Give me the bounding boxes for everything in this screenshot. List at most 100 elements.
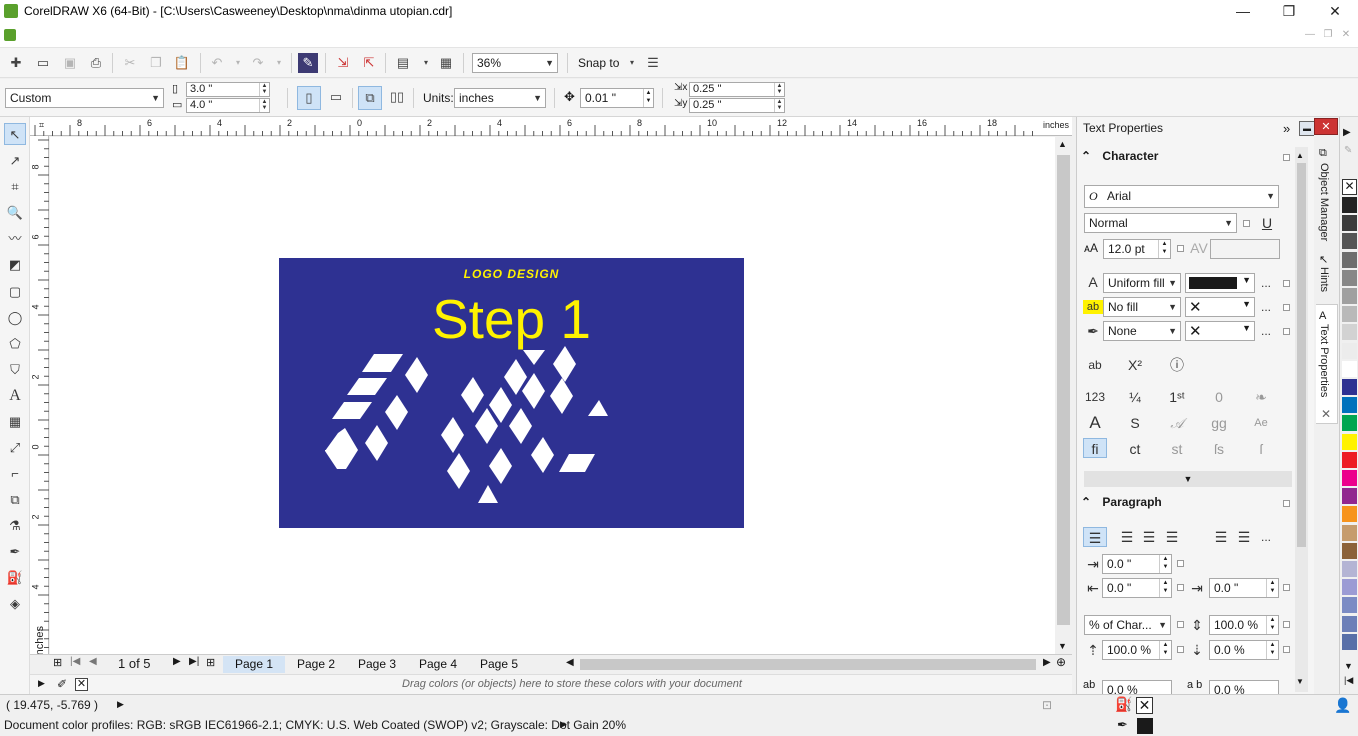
units-combo[interactable]: inches ▼ xyxy=(454,88,546,108)
zoom-fit-icon[interactable]: ⊕ xyxy=(1056,655,1066,669)
doc-close-button[interactable]: ✕ xyxy=(1339,28,1353,42)
collapse-section-icon[interactable]: ⌃ xyxy=(1081,495,1091,509)
color-swatch[interactable] xyxy=(1342,470,1357,486)
palette-expand-icon[interactable]: |◀ xyxy=(1344,675,1353,686)
spacing-unit-combo[interactable]: % of Char... ▼ xyxy=(1084,615,1171,635)
user-account-icon[interactable]: 👤 xyxy=(1334,697,1351,714)
color-swatch[interactable] xyxy=(1342,397,1357,414)
page-height-field[interactable]: 4.0 " ▲ ▼ xyxy=(186,98,270,113)
color-swatch[interactable] xyxy=(1342,597,1357,614)
application-launcher-icon[interactable]: ▤ xyxy=(393,53,413,73)
slashed-zero-icon[interactable]: 0 xyxy=(1209,387,1229,407)
kerning-icon[interactable]: AV xyxy=(1189,238,1209,258)
background-fill-combo[interactable]: No fill ▼ xyxy=(1103,297,1181,317)
scroll-thumb[interactable] xyxy=(1057,155,1070,625)
open-folder-icon[interactable]: ▭ xyxy=(33,53,53,73)
prev-page-icon[interactable]: ◀ xyxy=(89,656,97,667)
shape-tool-icon[interactable]: ↗ xyxy=(4,150,26,172)
color-swatch[interactable] xyxy=(1342,451,1357,468)
horizontal-ruler[interactable]: ⌗ inches 8 6 4 2 0 2 4 6 8 10 12 14 16 18 xyxy=(30,117,1072,136)
fill-option-icon[interactable] xyxy=(1283,280,1290,287)
tab-hints[interactable]: Hints xyxy=(1318,267,1330,292)
paste-icon[interactable]: 📋 xyxy=(172,53,192,73)
vertical-ruler[interactable]: 86420246 inches xyxy=(30,136,49,660)
document-icon[interactable] xyxy=(4,29,16,41)
snap-to-button[interactable]: Snap to xyxy=(578,56,619,70)
status-menu-icon[interactable]: ▶ xyxy=(117,699,124,710)
connector-tool-icon[interactable]: ⌐ xyxy=(4,463,26,485)
before-spacing-field[interactable]: 0.0 % xyxy=(1102,680,1172,694)
color-swatch[interactable] xyxy=(1342,633,1357,650)
last-page-icon[interactable]: ▶| xyxy=(189,656,199,667)
profiles-menu-icon[interactable]: ▶ xyxy=(560,719,567,730)
align-center-icon[interactable]: ☰ xyxy=(1139,527,1159,547)
size-option-icon[interactable] xyxy=(1177,245,1184,252)
spinner-icon[interactable]: ▲ ▼ xyxy=(259,83,269,96)
nudge-distance-field[interactable]: 0.01 " ▲ ▼ xyxy=(580,88,654,108)
outline-combo[interactable]: None ▼ xyxy=(1103,321,1181,341)
color-swatch[interactable] xyxy=(1342,269,1357,286)
page-tab-5[interactable]: Page 5 xyxy=(469,656,529,673)
rectangle-tool-icon[interactable]: ▢ xyxy=(4,281,26,303)
smart-fill-icon[interactable]: ◩ xyxy=(4,254,26,276)
kerning-field[interactable] xyxy=(1210,239,1280,259)
minimize-button[interactable]: — xyxy=(1220,0,1266,24)
logo-artwork[interactable]: LOGO DESIGN Step 1 xyxy=(279,258,744,528)
align-right-icon[interactable]: ☰ xyxy=(1162,527,1182,547)
polygon-tool-icon[interactable]: ⬠ xyxy=(4,333,26,355)
superscript-icon[interactable]: X² xyxy=(1125,355,1145,375)
outline-settings-icon[interactable]: ... xyxy=(1261,324,1271,338)
fill-settings-icon[interactable]: ... xyxy=(1261,276,1271,290)
spinner-icon[interactable]: ▲ ▼ xyxy=(1159,555,1171,573)
collapse-section-icon[interactable]: ⌃ xyxy=(1081,149,1091,163)
dimension-tool-icon[interactable]: ⤢ xyxy=(4,437,26,459)
duplicate-y-field[interactable]: 0.25 " ▲ ▼ xyxy=(689,98,785,113)
scroll-up-icon[interactable]: ▲ xyxy=(1296,151,1304,160)
discretionary-ligatures-icon[interactable]: ct xyxy=(1125,439,1145,459)
word-spacing-field[interactable]: 0.0 % ▲ ▼ xyxy=(1209,640,1279,660)
page-width-field[interactable]: 3.0 " ▲ ▼ xyxy=(186,82,270,97)
ruler-origin-icon[interactable]: ⌗ xyxy=(39,120,44,131)
color-swatch[interactable] xyxy=(1342,615,1357,632)
color-swatch[interactable] xyxy=(1342,524,1357,541)
background-color-swatch[interactable]: ✕ ▼ xyxy=(1185,297,1255,317)
interactive-fill-icon[interactable]: ◈ xyxy=(4,593,26,615)
import-icon[interactable]: ⇲ xyxy=(333,53,353,73)
style-option-icon[interactable] xyxy=(1243,220,1250,227)
color-swatch[interactable] xyxy=(1342,288,1357,304)
add-page-after-icon[interactable]: ⊞ xyxy=(206,656,215,669)
color-proof-icon[interactable]: ⊡ xyxy=(1042,698,1052,712)
fill-color-indicator[interactable]: ✕ xyxy=(1136,697,1153,714)
fill-tool-icon[interactable]: ⛽ xyxy=(4,567,26,589)
outline-option-icon[interactable] xyxy=(1283,328,1290,335)
color-swatch[interactable] xyxy=(1342,215,1357,232)
spacing-option-icon[interactable] xyxy=(1177,621,1184,628)
section-option-icon[interactable] xyxy=(1283,154,1290,161)
docker-scrollbar[interactable]: ▲ ▼ xyxy=(1295,147,1308,692)
fractions-icon[interactable]: ¼ xyxy=(1125,387,1145,407)
close-tab-icon[interactable]: ✕ xyxy=(1321,407,1331,421)
after-spacing-field[interactable]: 0.0 % xyxy=(1209,680,1279,694)
palette-scroll-down-icon[interactable]: ▼ xyxy=(1344,661,1353,671)
line-spacing-field[interactable]: 100.0 % ▲ ▼ xyxy=(1209,615,1279,635)
vertical-scrollbar[interactable]: ▲ ▼ xyxy=(1055,137,1072,654)
historical-forms-icon[interactable]: ſs xyxy=(1209,439,1229,459)
basic-shapes-icon[interactable]: ⛉ xyxy=(4,359,26,381)
numerals-icon[interactable]: 123 xyxy=(1085,387,1105,407)
contextual-icon[interactable]: Ae xyxy=(1251,413,1271,433)
cut-icon[interactable]: ✂ xyxy=(120,53,140,73)
spinner-icon[interactable]: ▲ ▼ xyxy=(1159,579,1171,597)
section-option-icon[interactable] xyxy=(1283,500,1290,507)
first-line-indent-field[interactable]: 0.0 " ▲ ▼ xyxy=(1102,554,1172,574)
docker-close-icon[interactable]: ✕ xyxy=(1314,118,1338,135)
background-option-icon[interactable] xyxy=(1283,304,1290,311)
color-swatch[interactable] xyxy=(1342,251,1357,268)
snap-dropdown-icon[interactable]: ▾ xyxy=(622,53,642,73)
no-color-swatch[interactable]: ✕ xyxy=(1342,179,1357,195)
copy-icon[interactable]: ❐ xyxy=(146,53,166,73)
color-swatch[interactable] xyxy=(1342,542,1357,559)
font-list-combo[interactable]: O Arial ▼ xyxy=(1084,185,1279,208)
text-tool-icon[interactable]: A xyxy=(4,385,26,407)
outline-color-swatch[interactable]: ✕ ▼ xyxy=(1185,321,1255,341)
color-swatch[interactable] xyxy=(1342,233,1357,250)
